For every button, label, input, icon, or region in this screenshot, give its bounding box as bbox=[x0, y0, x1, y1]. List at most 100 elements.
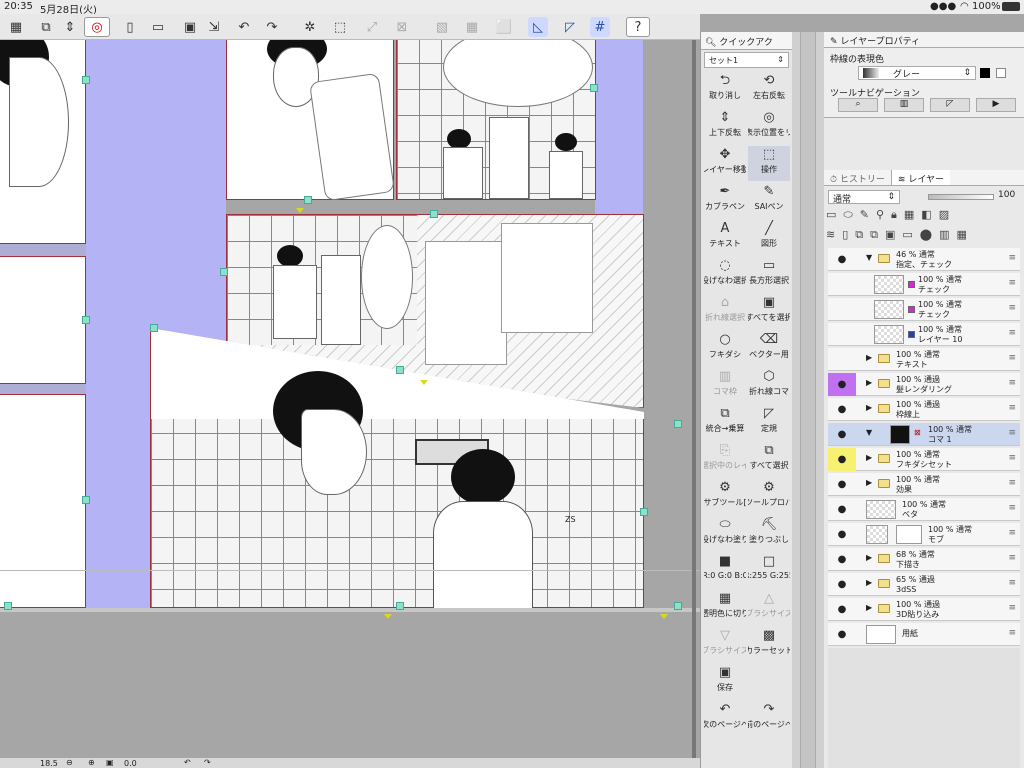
layer-row[interactable]: ● ▶ 68 % 通常 下描き ≡ bbox=[828, 548, 1020, 571]
frame-marker[interactable] bbox=[384, 614, 392, 619]
layer-row[interactable]: 100 % 通常 チェック ≡ bbox=[828, 273, 1020, 296]
warp-icon[interactable]: ⤢ bbox=[362, 17, 382, 37]
zoom-in-icon[interactable]: ⊕ bbox=[88, 758, 95, 767]
grid-snap-icon[interactable]: # bbox=[590, 17, 610, 37]
frame-handle[interactable] bbox=[430, 210, 438, 218]
frame-handle[interactable] bbox=[396, 366, 404, 374]
layer-menu-icon[interactable]: ≡ bbox=[1008, 553, 1016, 563]
quick-access-item[interactable]: ▽ ブラシサイズ bbox=[704, 627, 746, 662]
layer-row[interactable]: ● 100 % 通常 ベタ ≡ bbox=[828, 498, 1020, 521]
open-folder-icon[interactable]: ▭ bbox=[148, 17, 168, 37]
quick-access-item[interactable]: ◌ 投げなわ選択 bbox=[704, 257, 746, 292]
layer-menu-icon[interactable]: ≡ bbox=[1008, 278, 1016, 288]
eye-icon[interactable]: ● bbox=[828, 248, 856, 271]
canvas-area[interactable]: ZS bbox=[0, 40, 700, 760]
layer-row[interactable]: ● ▶ 100 % 通過 3D貼り込み ≡ bbox=[828, 598, 1020, 621]
quick-access-item[interactable]: ▩ カラーセット bbox=[748, 627, 790, 662]
layer-row[interactable]: ● ▶ 100 % 通過 枠線上 ≡ bbox=[828, 398, 1020, 421]
ruler-snap-icon[interactable]: ◸ bbox=[560, 17, 580, 37]
nav-split-button[interactable]: ▶ bbox=[976, 98, 1016, 112]
layer-row[interactable]: 100 % 通常 レイヤー 10 ≡ bbox=[828, 323, 1020, 346]
eye-icon[interactable] bbox=[828, 323, 856, 346]
nav-cut-button[interactable]: ◸ bbox=[930, 98, 970, 112]
nav-zoom-button[interactable]: ⌕ bbox=[838, 98, 878, 112]
layer-row[interactable]: ● ▶ 100 % 通常 効果 ≡ bbox=[828, 473, 1020, 496]
eye-icon[interactable]: ● bbox=[828, 523, 856, 546]
layer-menu-icon[interactable]: ≡ bbox=[1008, 578, 1016, 588]
quick-access-item[interactable] bbox=[748, 664, 790, 699]
layer-row[interactable]: ● ▶ 65 % 通過 3dSS ≡ bbox=[828, 573, 1020, 596]
eye-icon[interactable] bbox=[828, 348, 856, 371]
frame-handle[interactable] bbox=[304, 196, 312, 204]
transform-icon[interactable]: ⬚ bbox=[330, 17, 350, 37]
chevron-right-icon[interactable]: ▶ bbox=[866, 403, 872, 412]
quick-access-item[interactable]: ⎘ 選択中のレイ bbox=[704, 442, 746, 477]
zoom-out-icon[interactable]: ⊖ bbox=[66, 758, 73, 767]
quick-access-item[interactable]: ⚙ ツールプロパ bbox=[748, 479, 790, 514]
frame-handle[interactable] bbox=[220, 268, 228, 276]
quick-access-item[interactable]: ⌫ ベクター用 bbox=[748, 331, 790, 366]
quick-access-item[interactable]: ◎ 表示位置をリ bbox=[748, 109, 790, 144]
quick-access-tab[interactable]: 🔍︎ クイックアク bbox=[701, 32, 792, 50]
quick-access-item[interactable]: ◸ 定規 bbox=[748, 405, 790, 440]
quick-access-item[interactable]: ↷ 前のページへ bbox=[748, 701, 790, 736]
layer-toolbar-2[interactable]: ≋▯⧉⧉▣▭⬤▥▦ bbox=[826, 228, 1022, 246]
layer-menu-icon[interactable]: ≡ bbox=[1008, 528, 1016, 538]
eye-icon[interactable]: ● bbox=[828, 598, 856, 621]
chevron-right-icon[interactable]: ▶ bbox=[866, 603, 872, 612]
frame-handle[interactable] bbox=[640, 508, 648, 516]
grid-icon[interactable]: ▦ bbox=[6, 17, 26, 37]
eye-icon[interactable]: ● bbox=[828, 498, 856, 521]
chevron-right-icon[interactable]: ▶ bbox=[866, 453, 872, 462]
quick-access-item[interactable]: ⟲ 左右反転 bbox=[748, 72, 790, 107]
speech-balloon[interactable] bbox=[308, 72, 396, 202]
rotate-left-icon[interactable]: ↶ bbox=[184, 758, 191, 767]
blend-mode-select[interactable]: 通常 ⇕ bbox=[828, 190, 900, 205]
layer-menu-icon[interactable]: ≡ bbox=[1008, 428, 1016, 438]
panel-scrollbar[interactable] bbox=[800, 32, 816, 768]
speech-balloon[interactable] bbox=[443, 40, 593, 107]
quick-access-item[interactable]: ⬚ 操作 bbox=[748, 146, 790, 181]
text-frame[interactable] bbox=[501, 223, 593, 333]
quick-access-item[interactable]: □ R:255 G:255 bbox=[748, 553, 790, 588]
redo-icon[interactable]: ↷ bbox=[262, 17, 282, 37]
frame-handle[interactable] bbox=[150, 324, 158, 332]
quick-access-set-select[interactable]: セット1 ⇕ bbox=[704, 52, 789, 68]
layer-row[interactable]: ▶ 100 % 通常 テキスト ≡ bbox=[828, 348, 1020, 371]
quick-access-item[interactable]: ⧉ 統合→乗算 bbox=[704, 405, 746, 440]
export-icon[interactable]: ⇲ bbox=[204, 17, 224, 37]
layer-menu-icon[interactable]: ≡ bbox=[1008, 603, 1016, 613]
zoom-value[interactable]: 18.5 bbox=[40, 759, 58, 768]
layer-menu-icon[interactable]: ≡ bbox=[1008, 503, 1016, 513]
stepper-icon[interactable]: ⇕ bbox=[60, 17, 80, 37]
clear-icon[interactable]: ⬜ bbox=[494, 17, 514, 37]
layer-property-tab[interactable]: ✎ レイヤープロパティ bbox=[824, 32, 1024, 48]
panel-left-top[interactable] bbox=[0, 40, 86, 244]
quick-access-item[interactable]: ▣ 保存 bbox=[704, 664, 746, 699]
canvas-scrollbar[interactable] bbox=[692, 40, 696, 760]
frame-handle[interactable] bbox=[82, 496, 90, 504]
black-swatch[interactable] bbox=[980, 68, 990, 78]
frame-handle[interactable] bbox=[674, 420, 682, 428]
fit-icon[interactable]: ▣ bbox=[106, 758, 114, 767]
select-icon[interactable]: ▦ bbox=[462, 17, 482, 37]
eye-icon[interactable] bbox=[828, 273, 856, 296]
chevron-right-icon[interactable]: ▶ bbox=[866, 378, 872, 387]
border-color-select[interactable]: グレー ⇕ bbox=[858, 66, 976, 80]
layer-menu-icon[interactable]: ≡ bbox=[1008, 628, 1016, 638]
eye-icon[interactable]: ● bbox=[828, 448, 856, 471]
white-swatch[interactable] bbox=[996, 68, 1006, 78]
quick-access-item[interactable]: ▭ 長方形選択 bbox=[748, 257, 790, 292]
quick-access-item[interactable]: ⇕ 上下反転 bbox=[704, 109, 746, 144]
help-icon[interactable]: ? bbox=[626, 17, 650, 37]
new-file-icon[interactable]: ▯ bbox=[120, 17, 140, 37]
frame-handle[interactable] bbox=[4, 602, 12, 610]
chevron-down-icon[interactable]: ▼ bbox=[866, 253, 872, 262]
quick-access-item[interactable]: ⚙ サブツール[ bbox=[704, 479, 746, 514]
tab-history[interactable]: ⏱ ヒストリー bbox=[824, 170, 892, 185]
quick-access-item[interactable]: △ ブラシサイズ bbox=[748, 590, 790, 625]
layer-menu-icon[interactable]: ≡ bbox=[1008, 453, 1016, 463]
nav-frame-button[interactable]: ▥ bbox=[884, 98, 924, 112]
eye-icon[interactable]: ● bbox=[828, 398, 856, 421]
panel-top-right[interactable] bbox=[396, 40, 596, 200]
